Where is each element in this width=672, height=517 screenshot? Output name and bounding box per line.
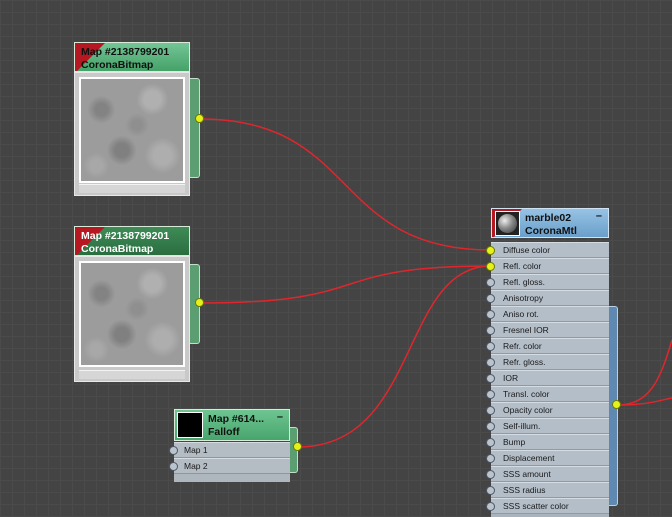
node-type: CoronaBitmap bbox=[81, 59, 154, 71]
collapse-button[interactable]: – bbox=[596, 210, 602, 222]
material-slots: Diffuse color Refl. color Refl. gloss. A… bbox=[486, 242, 609, 517]
material-node-header[interactable]: marble02 CoronaMtl – bbox=[491, 208, 609, 238]
slot-label: Diffuse color bbox=[503, 245, 551, 255]
collapse-button[interactable]: – bbox=[277, 411, 283, 423]
input-socket[interactable] bbox=[486, 310, 495, 319]
input-socket[interactable] bbox=[486, 262, 495, 271]
slot-row[interactable]: Refl. color bbox=[486, 258, 609, 274]
input-socket[interactable] bbox=[486, 502, 495, 511]
falloff-preview bbox=[177, 412, 203, 438]
slot-row[interactable]: Map 2 bbox=[169, 458, 290, 474]
bitmap-node-2[interactable]: Map #2138799201 CoronaBitmap bbox=[74, 226, 200, 386]
node-footer bbox=[79, 370, 185, 379]
material-output-socket[interactable] bbox=[612, 400, 621, 409]
node-name: Map #2138799201 bbox=[81, 230, 170, 242]
slot-row[interactable]: Bump bbox=[486, 434, 609, 450]
wire-material-out bbox=[616, 339, 672, 406]
falloff-slots: Map 1 Map 2 bbox=[169, 442, 290, 482]
slot-row[interactable]: IOR bbox=[486, 370, 609, 386]
input-socket[interactable] bbox=[486, 486, 495, 495]
slot-row[interactable]: Anisotropy bbox=[486, 290, 609, 306]
input-socket[interactable] bbox=[169, 446, 178, 455]
input-socket[interactable] bbox=[486, 374, 495, 383]
slot-row[interactable]: Fresnel IOR bbox=[486, 322, 609, 338]
bitmap-node-1-body bbox=[74, 72, 190, 196]
slot-row[interactable]: Refr. color bbox=[486, 338, 609, 354]
material-node[interactable]: marble02 CoronaMtl – Diffuse color Refl.… bbox=[486, 208, 618, 517]
material-preview-sphere bbox=[495, 211, 520, 236]
slot-row[interactable]: Aniso rot. bbox=[486, 306, 609, 322]
input-socket[interactable] bbox=[486, 470, 495, 479]
slot-label: Self-illum. bbox=[503, 421, 541, 431]
bitmap-node-2-header[interactable]: Map #2138799201 CoronaBitmap bbox=[74, 226, 190, 256]
node-name: Map #614... bbox=[208, 413, 265, 425]
slot-label: Map 1 bbox=[184, 445, 208, 455]
slot-row[interactable]: SSS scatter color bbox=[486, 498, 609, 514]
input-socket[interactable] bbox=[486, 406, 495, 415]
node-type: Falloff bbox=[208, 426, 240, 438]
slot-label: Refl. color bbox=[503, 261, 542, 271]
slot-row[interactable]: Diffuse color bbox=[486, 242, 609, 258]
slot-row[interactable]: SSS radius bbox=[486, 482, 609, 498]
slot-row[interactable]: Self-illum. bbox=[486, 418, 609, 434]
input-socket[interactable] bbox=[486, 326, 495, 335]
slot-row[interactable]: Opacity color bbox=[486, 402, 609, 418]
slot-row[interactable]: Displacement bbox=[486, 450, 609, 466]
slot-label: Bump bbox=[503, 437, 526, 447]
slot-label: SSS radius bbox=[503, 485, 546, 495]
slot-label: IOR bbox=[503, 373, 519, 383]
wire-falloff-to-refl bbox=[297, 265, 492, 448]
input-socket[interactable] bbox=[486, 438, 495, 447]
texture-thumbnail bbox=[79, 261, 185, 367]
bitmap-node-2-body bbox=[74, 256, 190, 382]
slot-label: SSS amount bbox=[503, 469, 551, 479]
wire-material-out-2 bbox=[616, 397, 672, 406]
falloff-node-header[interactable]: Map #614... Falloff – bbox=[174, 409, 290, 441]
input-socket[interactable] bbox=[486, 294, 495, 303]
slot-label: Transl. color bbox=[503, 389, 550, 399]
wire-bitmap2-to-refl bbox=[199, 265, 492, 304]
slot-label: Displacement bbox=[503, 453, 555, 463]
node-name: Map #2138799201 bbox=[81, 46, 170, 58]
bitmap-node-1-output-socket[interactable] bbox=[195, 114, 204, 123]
slot-row[interactable]: SSS amount bbox=[486, 466, 609, 482]
input-socket[interactable] bbox=[486, 422, 495, 431]
slot-row[interactable]: Refr. gloss. bbox=[486, 354, 609, 370]
input-socket[interactable] bbox=[486, 278, 495, 287]
slot-label: Refl. gloss. bbox=[503, 277, 546, 287]
wire-bitmap1-to-diffuse bbox=[199, 118, 492, 251]
bitmap-node-1[interactable]: Map #2138799201 CoronaBitmap bbox=[74, 42, 204, 198]
slot-label: Opacity color bbox=[503, 405, 553, 415]
slot-label: Aniso rot. bbox=[503, 309, 539, 319]
node-type: CoronaMtl bbox=[525, 225, 577, 237]
input-socket[interactable] bbox=[169, 462, 178, 471]
texture-thumbnail bbox=[79, 77, 185, 183]
output-panel bbox=[190, 78, 200, 178]
input-socket[interactable] bbox=[486, 390, 495, 399]
input-socket[interactable] bbox=[486, 454, 495, 463]
slot-row[interactable]: Refl. gloss. bbox=[486, 274, 609, 290]
input-socket[interactable] bbox=[486, 246, 495, 255]
slot-label: Refr. color bbox=[503, 341, 542, 351]
slot-row[interactable]: Map 1 bbox=[169, 442, 290, 458]
falloff-output-socket[interactable] bbox=[293, 442, 302, 451]
node-type: CoronaBitmap bbox=[81, 243, 154, 255]
falloff-node[interactable]: Map #614... Falloff – Map 1 Map 2 bbox=[169, 409, 298, 485]
slot-label: Refr. gloss. bbox=[503, 357, 546, 367]
slot-row[interactable]: Transl. color bbox=[486, 386, 609, 402]
slot-label: Map 2 bbox=[184, 461, 208, 471]
slot-label: SSS scatter color bbox=[503, 501, 569, 511]
input-socket[interactable] bbox=[486, 342, 495, 351]
bitmap-node-2-output-socket[interactable] bbox=[195, 298, 204, 307]
node-name: marble02 bbox=[525, 212, 572, 224]
slot-label: Anisotropy bbox=[503, 293, 544, 303]
bitmap-node-1-header[interactable]: Map #2138799201 CoronaBitmap bbox=[74, 42, 190, 72]
node-footer bbox=[79, 184, 185, 193]
input-socket[interactable] bbox=[486, 358, 495, 367]
slot-label: Fresnel IOR bbox=[503, 325, 549, 335]
